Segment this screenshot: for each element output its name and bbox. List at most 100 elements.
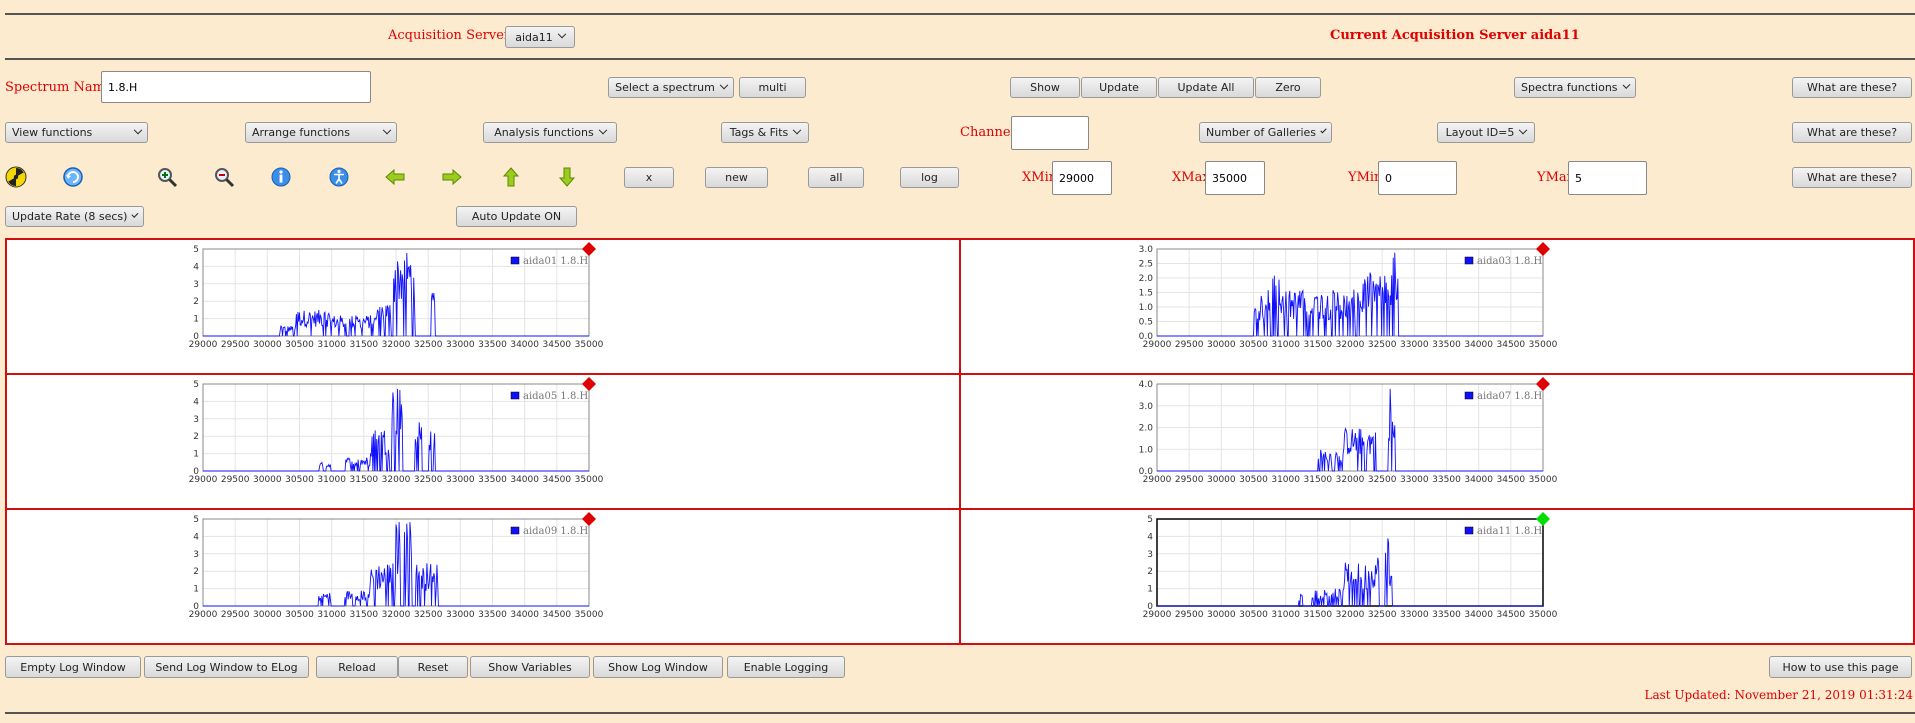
- spectrum-panel-aida01[interactable]: 29000 29500 30000 30500 31000 31500 32000 32500…: [5, 238, 961, 375]
- top-divider: [5, 13, 1915, 15]
- spectrum-panel-aida09[interactable]: 29000 29500 30000 30500 31000 31500 32000 32500…: [5, 508, 961, 645]
- select-spectrum-dropdown[interactable]: Select a spectrum: [608, 77, 734, 98]
- info-circle-icon[interactable]: [270, 166, 292, 188]
- all-button[interactable]: all: [808, 167, 864, 188]
- status-diamond-icon[interactable]: [582, 377, 596, 391]
- x-tick-label: 29500: [221, 610, 250, 620]
- analysis-functions-label: Analysis functions: [494, 126, 594, 139]
- x-tick-label: 30000: [1207, 610, 1236, 620]
- update-button[interactable]: Update: [1081, 77, 1157, 98]
- zero-button[interactable]: Zero: [1255, 77, 1321, 98]
- y-tick-label: 1.0: [1139, 303, 1154, 313]
- auto-update-button[interactable]: Auto Update ON: [456, 206, 577, 227]
- x-tick-label: 30500: [1239, 610, 1268, 620]
- y-tick-label: 5: [1147, 515, 1153, 525]
- y-tick-label: 1: [193, 450, 199, 460]
- what-are-these-button-1[interactable]: What are these?: [1792, 77, 1912, 98]
- status-diamond-icon[interactable]: [1536, 512, 1550, 526]
- x-tick-label: 29500: [1175, 475, 1204, 485]
- x-tick-label: 29500: [221, 340, 250, 350]
- spectrum-panel-aida07[interactable]: 29000 29500 30000 30500 31000 31500 32000 32500…: [959, 373, 1915, 510]
- x-tick-label: 34500: [1497, 340, 1526, 350]
- chevron-down-icon: [1622, 80, 1631, 89]
- x-tick-label: 30000: [253, 475, 282, 485]
- radiation-icon[interactable]: [5, 166, 27, 188]
- x-tick-label: 29500: [221, 475, 250, 485]
- y-tick-label: 0: [193, 602, 199, 612]
- refresh-icon[interactable]: [62, 166, 84, 188]
- log-button[interactable]: log: [900, 167, 959, 188]
- y-tick-label: 4: [193, 532, 199, 542]
- y-tick-label: 2: [1147, 567, 1153, 577]
- x-button[interactable]: x: [624, 167, 674, 188]
- x-tick-label: 32500: [1368, 475, 1397, 485]
- galleries-label: Number of Galleries: [1206, 126, 1317, 139]
- new-button[interactable]: new: [705, 167, 768, 188]
- server-select[interactable]: aida11: [505, 26, 575, 48]
- chevron-down-icon: [557, 29, 567, 39]
- spectrum-name-input[interactable]: 1.8.H: [101, 71, 371, 103]
- x-tick-label: 31000: [1271, 610, 1300, 620]
- update-rate-dropdown[interactable]: Update Rate (8 secs): [5, 206, 144, 227]
- arrange-functions-dropdown[interactable]: Arrange functions: [245, 122, 397, 143]
- reload-button[interactable]: Reload: [316, 656, 398, 678]
- update-all-button[interactable]: Update All: [1158, 77, 1254, 98]
- empty-log-button[interactable]: Empty Log Window: [5, 656, 141, 678]
- y-tick-label: 1: [193, 585, 199, 595]
- y-tick-label: 1: [1147, 585, 1153, 595]
- layout-dropdown[interactable]: Layout ID=5: [1437, 122, 1535, 143]
- view-functions-dropdown[interactable]: View functions: [5, 122, 148, 143]
- accessibility-icon[interactable]: [328, 166, 350, 188]
- x-tick-label: 30000: [253, 340, 282, 350]
- show-variables-button[interactable]: Show Variables: [470, 656, 590, 678]
- spectrum-panel-aida05[interactable]: 29000 29500 30000 30500 31000 31500 32000 32500…: [5, 373, 961, 510]
- analysis-functions-dropdown[interactable]: Analysis functions: [483, 122, 617, 143]
- x-tick-label: 34000: [1464, 475, 1493, 485]
- x-tick-label: 32000: [1336, 340, 1365, 350]
- view-functions-label: View functions: [12, 126, 93, 139]
- number-of-galleries-dropdown[interactable]: Number of Galleries: [1199, 122, 1332, 143]
- zoom-in-icon[interactable]: [156, 166, 178, 188]
- spectrum-chart-aida09: 29000 29500 30000 30500 31000 31500 32000 32500…: [189, 512, 604, 620]
- spectra-functions-dropdown[interactable]: Spectra functions: [1514, 77, 1636, 98]
- ymax-input[interactable]: 5: [1568, 161, 1647, 195]
- arrow-left-icon[interactable]: [384, 166, 406, 188]
- y-tick-label: 3: [1147, 550, 1153, 560]
- x-tick-label: 33000: [1400, 475, 1429, 485]
- spectrum-panel-aida11[interactable]: 29000 29500 30000 30500 31000 31500 32000 32500…: [959, 508, 1915, 645]
- x-tick-label: 32000: [1336, 610, 1365, 620]
- arrow-right-icon[interactable]: [441, 166, 463, 188]
- zoom-out-icon[interactable]: [213, 166, 235, 188]
- spectrum-panel-aida03[interactable]: 29000 29500 30000 30500 31000 31500 32000 32500…: [959, 238, 1915, 375]
- y-tick-label: 5: [193, 245, 199, 255]
- what-are-these-button-2[interactable]: What are these?: [1792, 122, 1912, 143]
- chevron-down-icon: [598, 125, 607, 134]
- x-tick-label: 30500: [1239, 475, 1268, 485]
- x-tick-label: 33500: [1432, 340, 1461, 350]
- layout-label: Layout ID=5: [1445, 126, 1515, 139]
- xmax-input[interactable]: 35000: [1205, 161, 1265, 195]
- how-to-use-button[interactable]: How to use this page: [1769, 656, 1912, 678]
- multi-button[interactable]: multi: [739, 77, 806, 98]
- xmin-input[interactable]: 29000: [1052, 161, 1112, 195]
- status-diamond-icon[interactable]: [1536, 242, 1550, 256]
- status-diamond-icon[interactable]: [1536, 377, 1550, 391]
- show-log-window-button[interactable]: Show Log Window: [593, 656, 723, 678]
- ymin-input[interactable]: 0: [1378, 161, 1457, 195]
- arrow-down-icon[interactable]: [556, 166, 578, 188]
- arrow-up-icon[interactable]: [500, 166, 522, 188]
- enable-logging-button[interactable]: Enable Logging: [727, 656, 845, 678]
- status-diamond-icon[interactable]: [582, 512, 596, 526]
- y-tick-label: 5: [193, 380, 199, 390]
- send-log-elog-button[interactable]: Send Log Window to ELog: [144, 656, 309, 678]
- x-tick-label: 31000: [1271, 475, 1300, 485]
- x-tick-label: 34500: [543, 340, 572, 350]
- show-button[interactable]: Show: [1010, 77, 1080, 98]
- legend-label: aida03 1.8.H: [1477, 256, 1543, 267]
- reset-button[interactable]: Reset: [398, 656, 468, 678]
- tags-fits-dropdown[interactable]: Tags & Fits: [721, 122, 809, 143]
- legend-label: aida09 1.8.H: [523, 526, 589, 537]
- channel-input[interactable]: [1011, 116, 1089, 150]
- status-diamond-icon[interactable]: [582, 242, 596, 256]
- what-are-these-button-3[interactable]: What are these?: [1792, 167, 1912, 188]
